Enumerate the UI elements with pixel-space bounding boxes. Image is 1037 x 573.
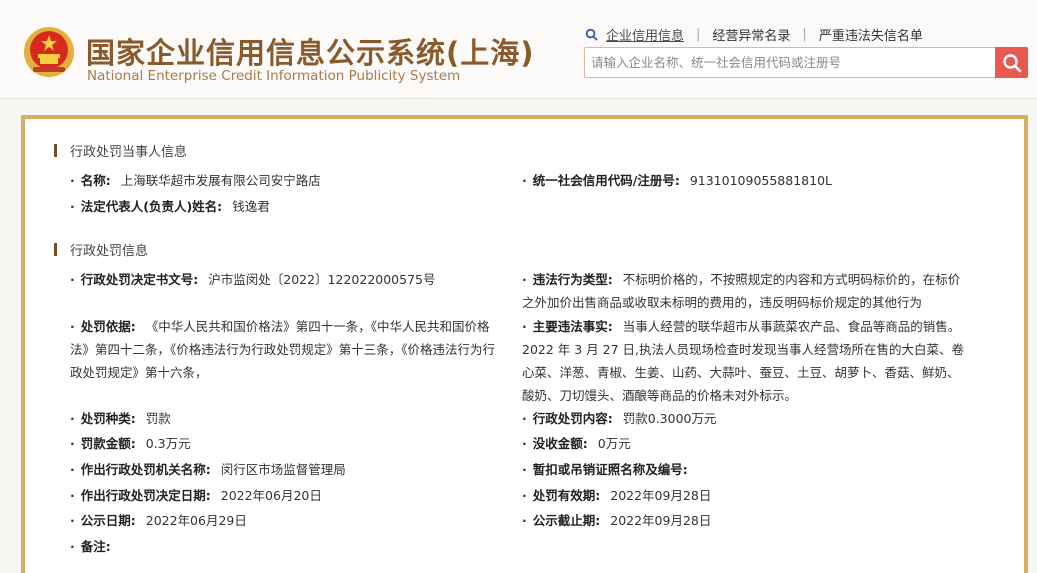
search-box: [584, 47, 1028, 78]
field-legal-rep: · 法定代表人(负责人)姓名: 钱逸君: [70, 199, 270, 214]
section-party-info: 行政处罚当事人信息: [54, 141, 187, 160]
field-publish-date: · 公示日期: 2022年06月29日: [70, 513, 247, 528]
field-value: 2022年06月29日: [145, 513, 247, 528]
section-title-text: 行政处罚当事人信息: [70, 145, 188, 160]
field-penalty-kind: · 处罚种类: 罚款: [70, 411, 171, 426]
field-value: 2022年06月20日: [220, 488, 322, 503]
nav-separator: |: [802, 27, 807, 42]
field-value: 上海联华超市发展有限公司安宁路店: [120, 173, 321, 188]
field-label: 统一社会信用代码/注册号:: [532, 173, 680, 188]
field-label: 处罚有效期:: [532, 488, 601, 503]
section-penalty-info: 行政处罚信息: [54, 240, 148, 259]
field-publish-end: · 公示截止期: 2022年09月28日: [522, 513, 712, 528]
nav-link-abnormal-list[interactable]: 经营异常名录: [712, 25, 790, 44]
field-label: 行政处罚内容:: [532, 411, 613, 426]
search-button[interactable]: [995, 47, 1028, 78]
field-label: 作出行政处罚机关名称:: [80, 462, 211, 477]
nav-link-credit-info[interactable]: 企业信用信息: [606, 25, 684, 44]
national-emblem-icon: [24, 27, 74, 77]
field-remark: · 备注:: [70, 539, 111, 554]
field-violation-type: · 违法行为类型: 不标明价格的，不按照规定的内容和方式明码标价的，在标价 之外加价…: [522, 268, 982, 314]
field-name: · 名称: 上海联华超市发展有限公司安宁路店: [70, 173, 321, 188]
top-nav: 企业信用信息 | 经营异常名录 | 严重违法失信名单: [585, 25, 923, 44]
field-valid-period: · 处罚有效期: 2022年09月28日: [522, 488, 712, 503]
field-label: 备注:: [80, 539, 111, 554]
field-fine-amount: · 罚款金额: 0.3万元: [70, 436, 191, 451]
field-value: 法》第四十二条，《价格违法行为行政处罚规定》第十三条，《价格违法行为行: [70, 342, 496, 357]
field-value: 钱逸君: [232, 199, 270, 214]
field-value: 不标明价格的，不按照规定的内容和方式明码标价的，在标价: [622, 272, 961, 287]
section-bar: [54, 243, 57, 256]
site-title: 国家企业信用信息公示系统(上海): [86, 36, 535, 70]
field-label: 主要违法事实:: [532, 319, 613, 334]
field-label: 法定代表人(负责人)姓名:: [80, 199, 223, 214]
field-value: 酸奶、刀切馒头、酒酿等商品的价格未对外标示。: [522, 388, 798, 403]
field-credit-code: · 统一社会信用代码/注册号: 91310109055881810L: [522, 173, 832, 188]
field-value: 当事人经营的联华超市从事蔬菜农产品、食品等商品的销售。: [622, 319, 961, 334]
field-doc-number: · 行政处罚决定书文号: 沪市监闵处〔2022〕122022000575号: [70, 272, 436, 287]
field-penalty-basis: · 处罚依据: 《中华人民共和国价格法》第四十一条，《中华人民共和国价格 法》第四十…: [70, 315, 516, 384]
search-icon: [585, 28, 598, 41]
field-authority: · 作出行政处罚机关名称: 闵行区市场监督管理局: [70, 462, 346, 477]
field-confiscation-amount: · 没收金额: 0万元: [522, 436, 631, 451]
field-value: 2022年09月28日: [610, 513, 712, 528]
field-value: 2022 年 3 月 27 日,执法人员现场检查时发现当事人经营场所在售的大白菜…: [522, 342, 965, 357]
field-label: 处罚种类:: [80, 411, 136, 426]
site-header: 国家企业信用信息公示系统(上海) National Enterprise Cre…: [0, 0, 1037, 99]
field-main-facts: · 主要违法事实: 当事人经营的联华超市从事蔬菜农产品、食品等商品的销售。 2022…: [522, 315, 992, 407]
field-label: 公示截止期:: [532, 513, 601, 528]
field-label: 处罚依据:: [80, 319, 136, 334]
nav-link-blacklist[interactable]: 严重违法失信名单: [819, 25, 923, 44]
field-value: 罚款0.3000万元: [622, 411, 717, 426]
field-value: 沪市监闵处〔2022〕122022000575号: [208, 272, 436, 287]
field-value: 之外加价出售商品或收取未标明的费用的，违反明码标价规定的其他行为: [522, 295, 923, 310]
field-value: 心菜、洋葱、青椒、生姜、山药、大蒜叶、蚕豆、土豆、胡萝卜、香菇、鲜奶、: [522, 365, 960, 380]
site-subtitle: National Enterprise Credit Information P…: [87, 68, 461, 84]
section-title-text: 行政处罚信息: [70, 244, 149, 259]
nav-separator: |: [696, 27, 701, 42]
field-label: 公示日期:: [80, 513, 136, 528]
field-label: 违法行为类型:: [532, 272, 613, 287]
field-penalty-content: · 行政处罚内容: 罚款0.3000万元: [522, 411, 717, 426]
section-bar: [54, 144, 57, 157]
field-license-revoked: · 暂扣或吊销证照名称及编号:: [522, 462, 688, 477]
field-value: 2022年09月28日: [610, 488, 712, 503]
search-input[interactable]: [591, 48, 991, 77]
field-label: 行政处罚决定书文号:: [80, 272, 199, 287]
field-value: 《中华人民共和国价格法》第四十一条，《中华人民共和国价格: [145, 319, 490, 334]
field-value: 闵行区市场监督管理局: [220, 462, 346, 477]
field-label: 作出行政处罚决定日期:: [80, 488, 211, 503]
search-icon: [1002, 53, 1021, 72]
field-decision-date: · 作出行政处罚决定日期: 2022年06月20日: [70, 488, 322, 503]
field-label: 罚款金额:: [80, 436, 136, 451]
field-value: 政处罚规定》第十六条，: [70, 365, 208, 380]
field-value: 0.3万元: [145, 436, 191, 451]
field-value: 罚款: [145, 411, 171, 426]
detail-panel: 行政处罚当事人信息 · 名称: 上海联华超市发展有限公司安宁路店 · 统一社会信用代码…: [21, 115, 1028, 573]
field-label: 暂扣或吊销证照名称及编号:: [532, 462, 688, 477]
field-label: 名称:: [80, 173, 111, 188]
field-value: 91310109055881810L: [689, 173, 832, 188]
field-label: 没收金额:: [532, 436, 588, 451]
field-value: 0万元: [597, 436, 631, 451]
